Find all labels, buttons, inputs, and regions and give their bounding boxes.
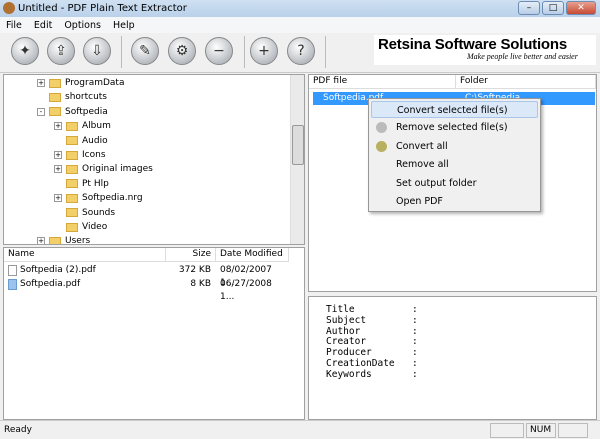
status-bar: Ready NUM <box>0 420 600 439</box>
convert-icon <box>376 141 387 152</box>
tree-item[interactable]: - Softpedia <box>37 105 108 119</box>
folder-icon <box>66 222 78 232</box>
folder-icon <box>66 136 78 146</box>
add-button[interactable]: + <box>250 37 278 65</box>
tree-item[interactable]: Pt Hlp <box>54 177 109 191</box>
help-button[interactable]: ? <box>287 37 315 65</box>
expander-icon[interactable]: + <box>54 165 62 174</box>
folder-tree[interactable]: + ProgramData shortcuts - Softpedia + Album Aud… <box>3 74 305 245</box>
folder-icon <box>66 121 78 131</box>
folder-icon <box>49 107 61 117</box>
tree-item[interactable]: + Icons <box>54 148 106 162</box>
menu-set-output-folder[interactable]: Set output folder <box>371 175 538 192</box>
folder-icon <box>66 193 78 203</box>
property-row: Author: <box>326 325 418 337</box>
menu-edit[interactable]: Edit <box>28 20 58 31</box>
menu-remove-all[interactable]: Remove all <box>371 156 538 173</box>
minimize-button[interactable]: – <box>518 1 540 15</box>
maximize-button[interactable]: □ <box>542 1 564 15</box>
menu-help[interactable]: Help <box>107 20 141 31</box>
pdf-file-icon <box>8 279 17 290</box>
property-row: Creator: <box>326 336 418 348</box>
title-bar: Untitled - PDF Plain Text Extractor – □ … <box>0 0 600 17</box>
pdf-properties: Title: Subject: Author: Creator: Producer: Cr… <box>308 296 597 420</box>
tree-item[interactable]: + ProgramData <box>37 76 124 90</box>
folder-icon <box>66 179 78 189</box>
col-pdf-file[interactable]: PDF file <box>309 75 456 89</box>
window-title: Untitled - PDF Plain Text Extractor <box>18 3 187 14</box>
folder-icon <box>49 78 61 88</box>
file-list[interactable]: Name Size Date Modified Softpedia (2).pd… <box>3 247 305 420</box>
menu-options[interactable]: Options <box>58 20 107 31</box>
num-lock-indicator: NUM <box>526 423 556 438</box>
menu-bar: File Edit Options Help <box>0 17 600 33</box>
expander-icon[interactable]: + <box>37 79 45 87</box>
file-row[interactable]: Softpedia.pdf 8 KB 06/27/2008 1... <box>4 278 289 302</box>
save-button[interactable]: ⇩ <box>83 37 111 65</box>
menu-convert-all[interactable]: Convert all <box>371 138 538 155</box>
tree-scrollbar[interactable] <box>290 75 304 244</box>
menu-open-pdf[interactable]: Open PDF <box>371 193 538 210</box>
file-row[interactable]: Softpedia (2).pdf 372 KB 08/02/2007 1... <box>4 264 289 288</box>
property-row: Title: <box>326 304 418 315</box>
col-size[interactable]: Size <box>166 248 216 262</box>
convert-button[interactable]: ✎ <box>131 37 159 65</box>
tree-item[interactable]: + Users <box>37 234 90 244</box>
folder-icon <box>66 208 78 218</box>
folder-icon <box>49 92 61 102</box>
tree-item[interactable]: Sounds <box>54 206 115 220</box>
property-row: CreationDate: <box>326 358 418 369</box>
app-icon <box>3 2 15 14</box>
remove-button[interactable]: − <box>205 37 233 65</box>
status-text: Ready <box>4 425 32 435</box>
new-button[interactable]: ✦ <box>11 37 39 65</box>
menu-file[interactable]: File <box>0 20 28 31</box>
tree-item[interactable]: Audio <box>54 134 108 148</box>
col-folder[interactable]: Folder <box>456 75 596 89</box>
property-row: Keywords: <box>326 368 418 380</box>
tree-item[interactable]: + Softpedia.nrg <box>54 191 143 205</box>
expander-icon[interactable]: + <box>54 122 62 131</box>
settings-button[interactable]: ⚙ <box>168 37 196 65</box>
expander-icon[interactable]: + <box>37 237 45 244</box>
col-date[interactable]: Date Modified <box>216 248 289 262</box>
menu-convert-selected[interactable]: Convert selected file(s) <box>371 101 538 118</box>
expander-icon[interactable]: + <box>54 151 62 159</box>
close-button[interactable]: ✕ <box>566 1 596 15</box>
tree-item[interactable]: shortcuts <box>37 90 107 104</box>
tree-item[interactable]: Video <box>54 220 107 234</box>
property-row: Producer: <box>326 347 418 359</box>
remove-icon <box>376 122 387 133</box>
folder-icon <box>66 164 78 174</box>
open-button[interactable]: ⇪ <box>47 37 75 65</box>
col-name[interactable]: Name <box>4 248 166 262</box>
menu-remove-selected[interactable]: Remove selected file(s) <box>371 119 538 136</box>
folder-icon <box>49 236 61 244</box>
property-row: Subject: <box>326 314 418 326</box>
file-icon <box>8 265 17 276</box>
expander-icon[interactable]: + <box>54 194 62 203</box>
company-logo: Retsina Software Solutions Make people l… <box>374 35 596 65</box>
context-menu: Convert selected file(s) Remove selected… <box>368 98 541 212</box>
tree-item[interactable]: + Album <box>54 119 111 133</box>
expander-icon[interactable]: - <box>37 107 45 116</box>
tree-item[interactable]: + Original images <box>54 162 153 176</box>
folder-icon <box>66 150 78 160</box>
